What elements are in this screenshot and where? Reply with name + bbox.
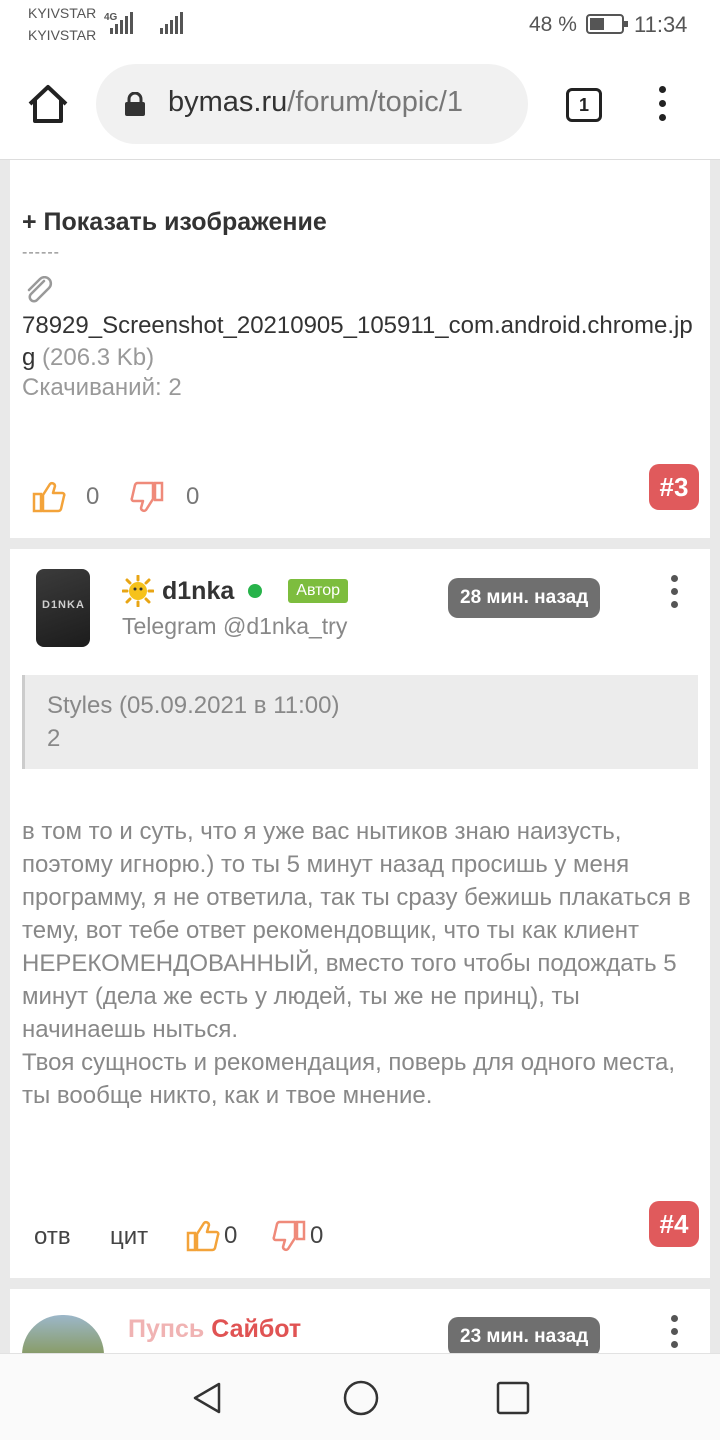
recent-apps-icon[interactable]	[493, 1378, 533, 1418]
quote-block: Styles (05.09.2021 в 11:00) 2	[22, 675, 698, 769]
thumbs-down-icon	[130, 481, 164, 512]
browser-toolbar: bymas.ru/forum/topic/1 1	[0, 52, 720, 160]
show-image-link[interactable]: + Показать изображение	[22, 208, 327, 237]
battery-icon	[586, 14, 628, 34]
user-signature: Telegram @d1nka_try	[122, 613, 348, 639]
url-path: /forum/topic/1	[287, 86, 463, 118]
like-count: 0	[86, 483, 100, 510]
like-count: 0	[224, 1222, 238, 1249]
like-button[interactable]: 0	[32, 480, 99, 514]
attachment-link[interactable]: 78929_Screenshot_20210905_105911_com.and…	[22, 310, 702, 374]
dislike-count: 0	[186, 483, 200, 510]
back-icon[interactable]	[187, 1378, 227, 1418]
avatar-text: D1NKA	[42, 599, 85, 611]
username-part: Пупсь	[128, 1315, 205, 1343]
download-count: Скачиваний: 2	[22, 374, 182, 401]
thumbs-down-icon	[272, 1220, 306, 1251]
role-badge: Автор	[288, 579, 349, 603]
like-button[interactable]: 0	[186, 1219, 237, 1253]
signal-icon	[110, 12, 133, 34]
forum-post: Пупсь Сайбот 23 мин. назад	[10, 1289, 710, 1359]
paperclip-icon	[27, 276, 53, 303]
home-icon[interactable]	[26, 82, 70, 126]
post-time-badge: 23 мин. назад	[448, 1317, 601, 1357]
overflow-menu-icon[interactable]	[652, 86, 672, 126]
post-body: в том то и суть, что я уже вас нытиков з…	[22, 815, 706, 1112]
signal-icon	[160, 12, 183, 34]
post-number-badge[interactable]: #4	[649, 1201, 699, 1247]
post-author: d1nka Автор	[122, 575, 349, 607]
dislike-count: 0	[310, 1222, 324, 1249]
avatar[interactable]: D1NKA	[36, 569, 90, 647]
url-text: bymas.ru/forum/topic/1	[168, 86, 463, 119]
dislike-button[interactable]: 0	[272, 1219, 323, 1253]
thumbs-up-icon	[32, 482, 66, 513]
dislike-button[interactable]: 0	[130, 480, 199, 514]
post-number-badge[interactable]: #3	[649, 464, 699, 510]
online-indicator	[248, 584, 263, 598]
sun-icon	[122, 575, 154, 607]
forum-post: D1NKA d1nka Автор Telegram @d1nka_try 28…	[10, 549, 710, 1278]
reply-button[interactable]: отв	[34, 1223, 71, 1251]
forum-post: + Показать изображение ------ 78929_Scre…	[10, 160, 710, 538]
post-time-badge: 28 мин. назад	[448, 578, 601, 618]
battery-percent: 48 %	[529, 13, 577, 36]
quote-header: Styles (05.09.2021 в 11:00)	[47, 692, 340, 719]
attachment-size: (206.3 Kb)	[42, 344, 155, 371]
post-menu-icon[interactable]	[667, 1315, 681, 1354]
system-nav-bar	[0, 1353, 720, 1440]
post-menu-icon[interactable]	[667, 575, 681, 614]
quote-button[interactable]: цит	[110, 1223, 148, 1251]
thumbs-up-icon	[186, 1221, 220, 1252]
lock-icon	[125, 92, 145, 116]
username-part: Сайбот	[211, 1315, 302, 1343]
quote-text: 2	[47, 725, 61, 752]
status-bar: KYIVSTAR KYIVSTAR 4G 48 % 11:34	[0, 0, 720, 52]
username[interactable]: d1nka	[162, 577, 234, 606]
clock: 11:34	[634, 12, 688, 37]
home-nav-icon[interactable]	[341, 1378, 381, 1418]
username[interactable]: Пупсь Сайбот	[128, 1315, 301, 1344]
carrier-1: KYIVSTAR	[28, 5, 97, 21]
url-host: bymas.ru	[168, 86, 288, 118]
tabs-icon[interactable]: 1	[566, 88, 602, 122]
separator: ------	[22, 244, 60, 261]
carrier-2: KYIVSTAR	[28, 27, 97, 43]
address-bar[interactable]: bymas.ru/forum/topic/1	[96, 64, 528, 144]
post-text: в том то и суть, что я уже вас нытиков з…	[22, 818, 691, 1109]
